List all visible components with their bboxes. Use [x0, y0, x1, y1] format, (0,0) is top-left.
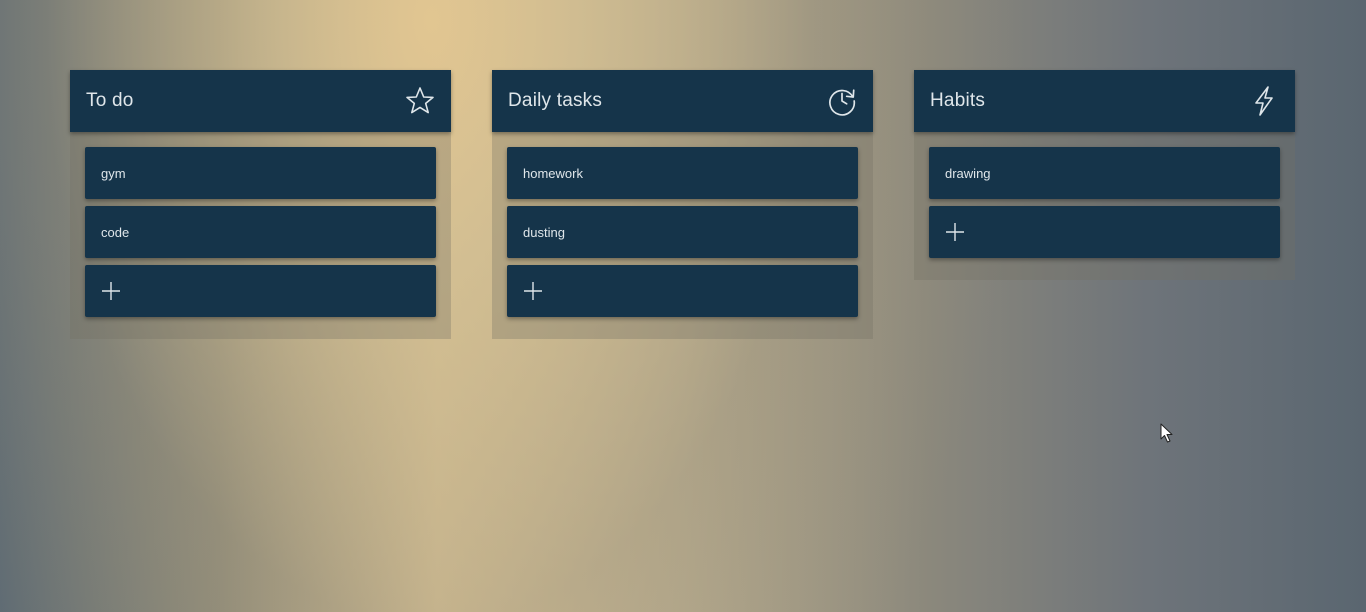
list-item[interactable]: drawing — [929, 147, 1280, 199]
plus-icon — [946, 223, 964, 241]
card-list: homework dusting — [492, 132, 873, 339]
column-title: Daily tasks — [508, 90, 603, 111]
column-title: Habits — [930, 90, 986, 111]
card-label: homework — [523, 165, 583, 181]
add-card-button[interactable] — [507, 265, 858, 317]
card-label: drawing — [945, 165, 991, 181]
list-item[interactable]: gym — [85, 147, 436, 199]
lightning-icon[interactable] — [1249, 86, 1279, 116]
card-list: gym code — [70, 132, 451, 339]
column-daily-tasks: Daily tasks homework dusting — [492, 70, 873, 339]
plus-icon — [102, 282, 120, 300]
list-item[interactable]: homework — [507, 147, 858, 199]
add-card-button[interactable] — [929, 206, 1280, 258]
add-card-button[interactable] — [85, 265, 436, 317]
column-title: To do — [86, 90, 134, 111]
column-habits: Habits drawing — [914, 70, 1295, 280]
plus-icon — [524, 282, 542, 300]
clock-refresh-icon[interactable] — [827, 86, 857, 116]
column-header: Habits — [914, 70, 1295, 132]
card-label: dusting — [523, 224, 565, 240]
column-header: To do — [70, 70, 451, 132]
card-list: drawing — [914, 132, 1295, 280]
list-item[interactable]: dusting — [507, 206, 858, 258]
board: To do gym code Daily tasks homework dust… — [0, 0, 1366, 612]
column-todo: To do gym code — [70, 70, 451, 339]
card-label: code — [101, 224, 130, 240]
star-icon[interactable] — [405, 86, 435, 116]
mouse-cursor-icon — [1160, 423, 1173, 443]
column-header: Daily tasks — [492, 70, 873, 132]
card-label: gym — [101, 165, 126, 181]
list-item[interactable]: code — [85, 206, 436, 258]
